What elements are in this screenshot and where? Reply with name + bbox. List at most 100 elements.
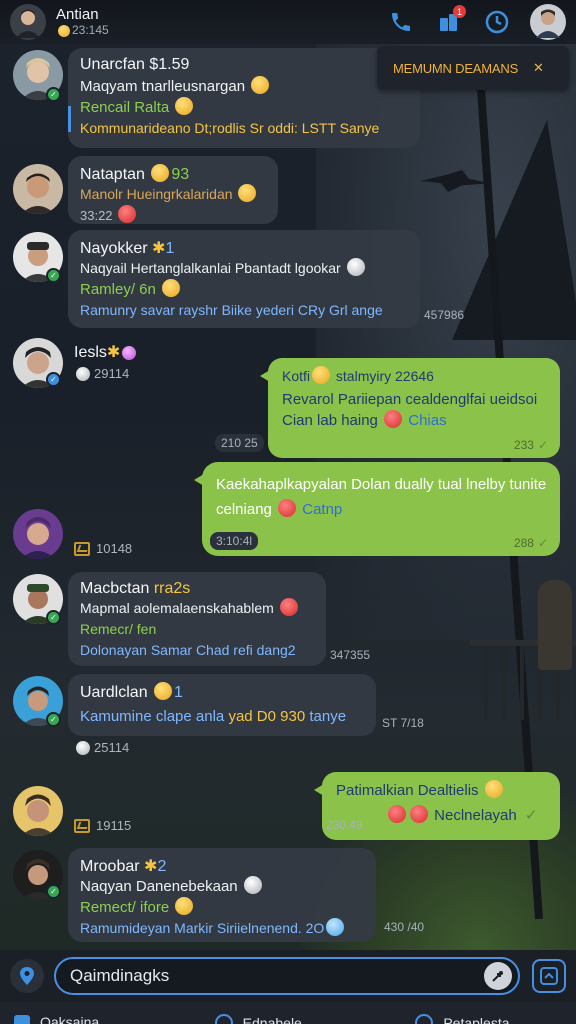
- phone-button[interactable]: [386, 7, 416, 37]
- nav-item-2[interactable]: Ednabele: [175, 1014, 376, 1024]
- emoji-icon: [122, 346, 137, 360]
- message-line: Cian lab haing Chias: [282, 410, 447, 429]
- chat-title: Antian: [56, 6, 99, 24]
- notification-badge: 1: [453, 5, 466, 18]
- message-bubble[interactable]: Nataptan 93 Manolr Hueingrkalaridan 33:2…: [68, 156, 278, 224]
- emoji-icon: [484, 780, 503, 798]
- message-bubble[interactable]: Macbctan rra2s Mapmal aolemalaenskahable…: [68, 572, 326, 666]
- emoji-icon: [118, 205, 137, 223]
- message-composer: [0, 950, 576, 1002]
- nav-icon: [415, 1014, 434, 1024]
- chat-avatar[interactable]: [10, 4, 46, 40]
- message-time: 3:10:4l: [210, 532, 259, 550]
- profile-avatar[interactable]: [530, 4, 566, 40]
- message-line: Dolonayan Samar Chad refi dang2: [80, 642, 296, 658]
- reply-indicator: [68, 106, 71, 132]
- message-line: Revarol Pariiepan cealdenglfai ueidsoi: [282, 391, 538, 408]
- emoji-icon: [384, 410, 403, 428]
- emoji-icon: [154, 682, 173, 700]
- message-line: Naqyail Hertanglalkanlai Pbantadt lgooka…: [80, 258, 408, 279]
- check-icon: ✓: [537, 536, 548, 550]
- message-feed[interactable]: ✓ Unarcfan $1.59 Maqyam tnarlleusnargan …: [0, 44, 576, 950]
- message-line: Ramumideyan Markir Siriielnenend. 2O: [80, 918, 364, 939]
- send-button[interactable]: [532, 959, 566, 993]
- message-line: Naqyan Danenebekaan: [80, 876, 364, 897]
- online-indicator: ✓: [46, 610, 61, 625]
- message-bubble[interactable]: Nayokker ✱1 Naqyail Hertanglalkanlai Pba…: [68, 230, 420, 328]
- sender-name: Uardlclan 1: [80, 682, 183, 701]
- message-line: Rencail Ralta: [80, 97, 408, 118]
- apps-button[interactable]: 1: [434, 5, 466, 37]
- online-indicator: ✓: [46, 884, 61, 899]
- sender-name: Unarcfan $1.59: [80, 56, 190, 73]
- message-meta: 25114: [74, 740, 129, 755]
- outgoing-bubble[interactable]: Kotfi stalmyiry 22646 Revarol Pariiepan …: [260, 358, 560, 458]
- nav-icon: [214, 1014, 233, 1024]
- mic-button[interactable]: [484, 962, 512, 990]
- close-banner-button[interactable]: ✕: [533, 46, 569, 90]
- sender-name: Macbctan rra2s: [80, 580, 191, 597]
- sender-name: Nataptan 93: [80, 164, 190, 183]
- check-icon: ✓: [524, 807, 538, 824]
- nav-item-3[interactable]: Petaplesta: [375, 1014, 576, 1024]
- emoji-icon: [326, 918, 345, 936]
- send-icon: [540, 967, 558, 985]
- message-bubble[interactable]: Mroobar ✱2 Naqyan Danenebekaan Remect/ i…: [68, 848, 376, 942]
- message-bubble[interactable]: Uardlclan 1 Kamumine clape anla yad D0 9…: [68, 674, 376, 736]
- sender-name: Mroobar ✱2: [80, 858, 167, 875]
- message-time: 347355: [330, 648, 371, 662]
- message-time: 210 25: [215, 434, 264, 452]
- emoji-icon: [278, 499, 297, 517]
- message-input[interactable]: [70, 966, 484, 986]
- online-indicator: ✓: [46, 268, 61, 283]
- online-indicator: ✓: [46, 372, 61, 387]
- message-line: Kotfi stalmyiry 22646: [282, 366, 434, 384]
- emoji-icon: [346, 258, 365, 276]
- media-icon: [74, 818, 90, 833]
- avatar[interactable]: [13, 509, 63, 559]
- check-icon: ✓: [537, 438, 548, 452]
- emoji-icon: [388, 805, 406, 823]
- message-time: 233 ✓: [513, 438, 548, 452]
- online-indicator: ✓: [46, 712, 61, 727]
- event-banner[interactable]: MEMUMN DEAMANS ✕: [377, 46, 569, 90]
- message-line: Remect/ ifore: [80, 897, 364, 918]
- location-icon: [20, 967, 34, 985]
- message-time: 33:22: [80, 205, 266, 226]
- message-time: 230:49: [326, 818, 363, 832]
- message-line: Ramunry savar rayshr Biike yederi CRy Gr…: [80, 302, 383, 318]
- emoji-icon: [312, 366, 331, 384]
- emoji-icon: [279, 598, 298, 616]
- message-meta: 29114: [74, 366, 129, 381]
- history-button[interactable]: [482, 7, 512, 37]
- bottom-navigation: Oaksaina Ednabele Petaplesta: [0, 1002, 576, 1024]
- emoji-icon: [238, 184, 257, 202]
- nav-icon: [14, 1015, 30, 1024]
- message-line: Manolr Hueingrkalaridan: [80, 184, 266, 205]
- clock-icon: [485, 10, 509, 34]
- message-bubble[interactable]: Unarcfan $1.59 Maqyam tnarlleusnargan Re…: [68, 48, 420, 148]
- emoji-icon: [243, 876, 262, 894]
- sender-name: Iesls✱: [74, 342, 138, 362]
- message-line: Kamumine clape anla yad D0 930 tanye: [80, 708, 347, 725]
- avatar[interactable]: [13, 164, 63, 214]
- mic-icon: [492, 971, 503, 982]
- message-line: celniang Catnp: [216, 499, 343, 518]
- phone-icon: [392, 13, 410, 31]
- emoji-icon: [162, 279, 181, 297]
- sender-name: Nayokker ✱1: [80, 240, 175, 257]
- message-time: 430 /40: [384, 920, 425, 934]
- emoji-icon: [151, 164, 170, 182]
- message-time: 457986: [424, 308, 465, 322]
- chat-subtitle: 23:145: [56, 23, 368, 38]
- emoji-icon: [175, 897, 194, 915]
- message-line: Neclnelayah ✓: [336, 805, 546, 826]
- message-line: Ramley/ 6n: [80, 279, 408, 300]
- media-icon: [74, 541, 90, 556]
- message-input-wrapper[interactable]: [54, 957, 520, 995]
- avatar[interactable]: [13, 786, 63, 836]
- nav-item-1[interactable]: Oaksaina: [0, 1014, 175, 1024]
- message-line: Mapmal aolemalaenskahablem: [80, 598, 314, 619]
- location-button[interactable]: [10, 959, 44, 993]
- message-line: Kommunarideano Dt;rodlis Sr oddi: LSTT S…: [80, 120, 380, 136]
